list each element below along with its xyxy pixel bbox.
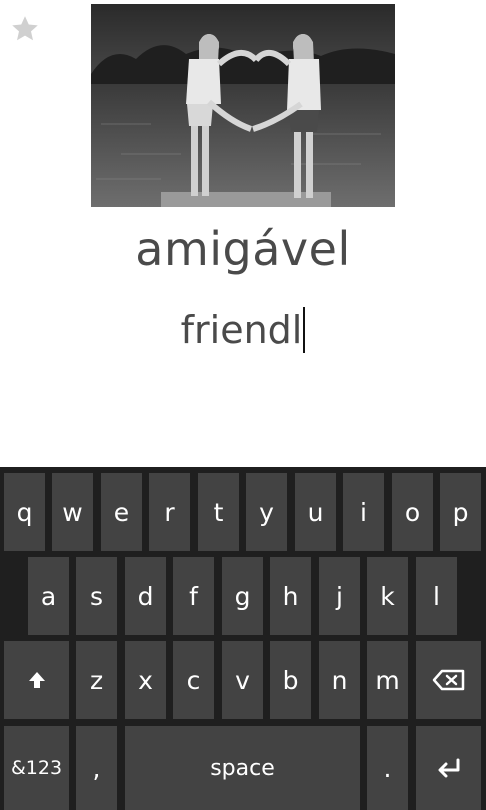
key-q[interactable]: q [4, 473, 45, 551]
foreign-word: amigável [135, 222, 351, 276]
key-a[interactable]: a [28, 557, 69, 635]
enter-key[interactable] [416, 726, 481, 810]
key-r[interactable]: r [149, 473, 190, 551]
answer-text[interactable]: friendl [181, 304, 303, 356]
key-c[interactable]: c [173, 641, 214, 719]
key-m[interactable]: m [367, 641, 408, 719]
key-k[interactable]: k [367, 557, 408, 635]
shift-arrow-icon [28, 672, 45, 688]
key-i[interactable]: i [343, 473, 384, 551]
key-j[interactable]: j [319, 557, 360, 635]
key-v[interactable]: v [222, 641, 263, 719]
enter-icon [438, 758, 459, 778]
key-n[interactable]: n [319, 641, 360, 719]
key-z[interactable]: z [76, 641, 117, 719]
word-photo [91, 4, 395, 207]
on-screen-keyboard: q w e r t y u i o p a s d f g h j k l z … [0, 467, 486, 810]
key-x[interactable]: x [125, 641, 166, 719]
answer-field[interactable]: friendl [0, 304, 486, 356]
key-e[interactable]: e [101, 473, 142, 551]
backspace-icon [432, 669, 464, 691]
key-f[interactable]: f [173, 557, 214, 635]
key-w[interactable]: w [52, 473, 93, 551]
key-t[interactable]: t [198, 473, 239, 551]
text-caret [303, 306, 306, 353]
key-h[interactable]: h [270, 557, 311, 635]
key-comma[interactable]: , [76, 726, 117, 810]
shift-key[interactable] [4, 641, 69, 719]
key-period[interactable]: . [367, 726, 408, 810]
space-key[interactable]: space [125, 726, 360, 810]
key-l[interactable]: l [416, 557, 457, 635]
star-icon [12, 16, 38, 41]
backspace-key[interactable] [416, 641, 481, 719]
key-p[interactable]: p [440, 473, 481, 551]
favorite-star-button[interactable] [8, 12, 42, 46]
symbols-key[interactable]: &123 [4, 726, 69, 810]
key-d[interactable]: d [125, 557, 166, 635]
key-y[interactable]: y [246, 473, 287, 551]
key-s[interactable]: s [76, 557, 117, 635]
key-b[interactable]: b [270, 641, 311, 719]
key-o[interactable]: o [392, 473, 433, 551]
key-g[interactable]: g [222, 557, 263, 635]
key-u[interactable]: u [295, 473, 336, 551]
